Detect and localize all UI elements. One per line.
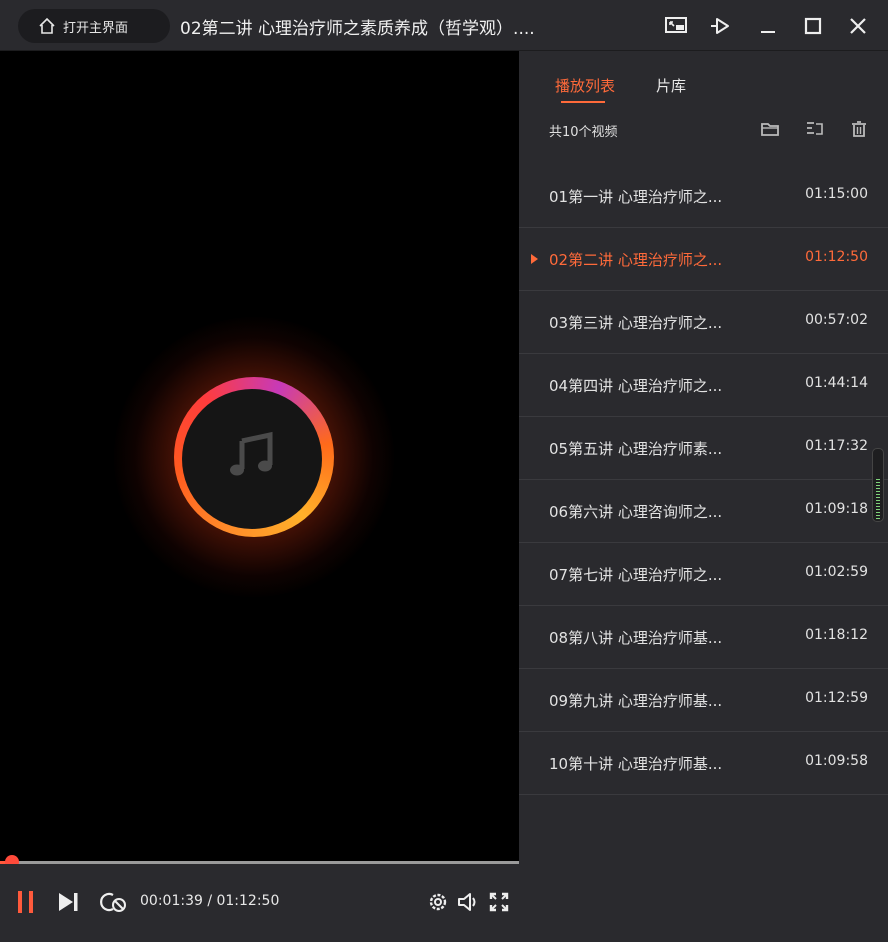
- settings-button[interactable]: [426, 890, 450, 914]
- item-title: 02第二讲 心理治疗师之...: [549, 251, 723, 269]
- item-duration: 01:12:59: [805, 690, 868, 706]
- maximize-button[interactable]: [800, 13, 826, 39]
- playlist-panel: 播放列表 片库 共10个视频 01第一讲 心理治疗师之... 01:15:00 0…: [519, 51, 888, 942]
- playlist-item[interactable]: 08第八讲 心理治疗师基... 01:18:12: [519, 606, 888, 669]
- playlist-item[interactable]: 10第十讲 心理治疗师基... 01:09:58: [519, 732, 888, 795]
- playlist: 01第一讲 心理治疗师之... 01:15:00 02第二讲 心理治疗师之... 0…: [519, 165, 888, 795]
- settings-icon: [429, 893, 447, 911]
- item-title: 05第五讲 心理治疗师素...: [549, 440, 723, 458]
- volume-icon: [458, 893, 476, 911]
- maximize-icon: [804, 17, 822, 35]
- playlist-item[interactable]: 07第七讲 心理治疗师之... 01:02:59: [519, 543, 888, 606]
- home-icon: [39, 17, 55, 34]
- miniplayer-button[interactable]: [663, 13, 689, 39]
- tab-active-indicator: [561, 101, 605, 103]
- item-duration: 00:57:02: [805, 312, 868, 328]
- minimize-icon: [761, 31, 775, 33]
- item-title: 04第四讲 心理治疗师之...: [549, 377, 723, 395]
- time-display: 00:01:39 / 01:12:50: [140, 893, 280, 909]
- playlist-item[interactable]: 03第三讲 心理治疗师之... 00:57:02: [519, 291, 888, 354]
- next-icon: [59, 893, 78, 911]
- item-title: 01第一讲 心理治疗师之...: [549, 188, 723, 206]
- item-title: 06第六讲 心理咨询师之...: [549, 503, 723, 521]
- video-count: 共10个视频: [549, 125, 618, 140]
- add-to-list-button[interactable]: [805, 119, 825, 139]
- item-duration: 01:15:00: [805, 186, 868, 202]
- open-main-label: 打开主界面: [63, 20, 129, 36]
- folder-icon: [761, 123, 779, 136]
- tab-library[interactable]: 片库: [656, 75, 686, 96]
- playing-indicator-icon: [531, 254, 538, 264]
- open-folder-button[interactable]: [760, 119, 780, 139]
- music-note-icon: [230, 431, 273, 476]
- next-button[interactable]: [54, 888, 82, 916]
- open-main-button[interactable]: 打开主界面: [18, 9, 170, 43]
- loop-mode-button[interactable]: [100, 888, 130, 916]
- playlist-item[interactable]: 04第四讲 心理治疗师之... 01:44:14: [519, 354, 888, 417]
- item-title: 10第十讲 心理治疗师基...: [549, 755, 723, 773]
- item-duration: 01:18:12: [805, 627, 868, 643]
- pause-button[interactable]: [12, 888, 40, 916]
- tab-playlist[interactable]: 播放列表: [555, 75, 615, 96]
- video-area[interactable]: [0, 51, 519, 861]
- fullscreen-button[interactable]: [487, 890, 511, 914]
- item-duration: 01:17:32: [805, 438, 868, 454]
- pause-icon: [18, 891, 33, 913]
- playlist-item-playing[interactable]: 02第二讲 心理治疗师之... 01:12:50: [519, 228, 888, 291]
- item-duration: 01:02:59: [805, 564, 868, 580]
- control-bar: 00:01:39 / 01:12:50: [0, 864, 519, 942]
- playlist-item[interactable]: 09第九讲 心理治疗师基... 01:12:59: [519, 669, 888, 732]
- clear-list-button[interactable]: [849, 119, 869, 139]
- item-title: 03第三讲 心理治疗师之...: [549, 314, 723, 332]
- loop-icon: [100, 892, 126, 912]
- volume-meter-scrollbar[interactable]: [872, 448, 884, 522]
- volume-button[interactable]: [455, 890, 481, 914]
- title-bar: 打开主界面 02第二讲 心理治疗师之素质养成（哲学观）....: [0, 0, 888, 51]
- playlist-item[interactable]: 01第一讲 心理治疗师之... 01:15:00: [519, 165, 888, 228]
- close-button[interactable]: [845, 13, 871, 39]
- item-title: 08第八讲 心理治疗师基...: [549, 629, 723, 647]
- close-icon: [850, 18, 866, 34]
- pin-button[interactable]: [707, 13, 733, 39]
- trash-icon: [852, 121, 866, 137]
- item-title: 07第七讲 心理治疗师之...: [549, 566, 723, 584]
- item-duration: 01:44:14: [805, 375, 868, 391]
- video-title: 02第二讲 心理治疗师之素质养成（哲学观）....: [180, 19, 535, 39]
- item-title: 09第九讲 心理治疗师基...: [549, 692, 723, 710]
- add-list-icon: [807, 122, 823, 135]
- playlist-item[interactable]: 05第五讲 心理治疗师素... 01:17:32: [519, 417, 888, 480]
- item-duration: 01:09:58: [805, 753, 868, 769]
- fullscreen-icon: [489, 892, 509, 912]
- miniplayer-icon: [665, 17, 687, 33]
- playlist-item[interactable]: 06第六讲 心理咨询师之... 01:09:18: [519, 480, 888, 543]
- minimize-button[interactable]: [755, 13, 781, 39]
- item-duration: 01:12:50: [805, 249, 868, 265]
- pin-icon: [711, 18, 729, 34]
- item-duration: 01:09:18: [805, 501, 868, 517]
